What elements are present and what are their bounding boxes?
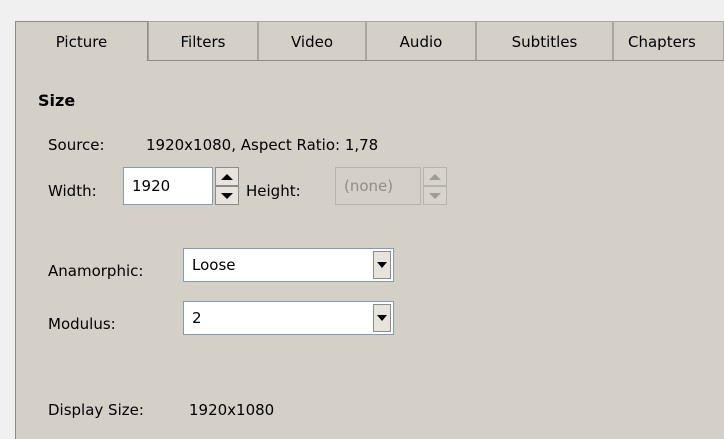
tab-subtitles[interactable]: Subtitles [476,21,613,61]
tab-filters[interactable]: Filters [148,21,258,61]
width-label: Width: [48,182,97,200]
modulus-select[interactable]: 2 [183,301,394,335]
height-decrement-button [423,186,447,205]
tab-label: Video [290,32,334,51]
height-label: Height: [246,182,301,200]
display-size-label: Display Size: [48,401,144,419]
width-spinner [215,167,239,205]
width-value: 1920 [132,177,171,195]
tab-audio[interactable]: Audio [366,21,476,61]
tab-chapters[interactable]: Chapters [613,21,724,61]
arrow-up-icon [429,173,441,180]
tab-label: Chapters [628,32,696,51]
modulus-selected-value: 2 [192,309,202,327]
tab-label: Subtitles [511,32,578,51]
picture-tab-panel: Size Source: 1920x1080, Aspect Ratio: 1,… [15,60,724,439]
width-input[interactable]: 1920 [123,167,213,205]
height-input: (none) [335,167,421,205]
tab-picture[interactable]: Picture [15,21,148,61]
anamorphic-dropdown-button[interactable] [373,251,391,279]
chevron-down-icon [377,315,387,321]
height-value: (none) [344,177,394,195]
modulus-dropdown-button[interactable] [373,304,391,332]
tab-video[interactable]: Video [258,21,366,61]
width-decrement-button[interactable] [215,186,239,205]
source-value: 1920x1080, Aspect Ratio: 1,78 [146,136,379,154]
arrow-down-icon [429,192,441,199]
tab-label: Picture [55,32,108,51]
anamorphic-label: Anamorphic: [48,262,144,280]
modulus-label: Modulus: [48,315,116,333]
width-increment-button[interactable] [215,167,239,186]
source-label: Source: [48,136,105,154]
tab-label: Filters [180,32,226,51]
chevron-down-icon [377,262,387,268]
tab-bar: Picture Filters Video Audio Subtitles Ch… [15,21,724,61]
anamorphic-selected-value: Loose [192,256,236,274]
size-section-title: Size [38,91,76,110]
arrow-down-icon [221,192,233,199]
tab-label: Audio [399,32,443,51]
height-increment-button [423,167,447,186]
display-size-value: 1920x1080 [189,401,275,419]
height-spinner [423,167,447,205]
anamorphic-select[interactable]: Loose [183,248,394,282]
arrow-up-icon [221,173,233,180]
